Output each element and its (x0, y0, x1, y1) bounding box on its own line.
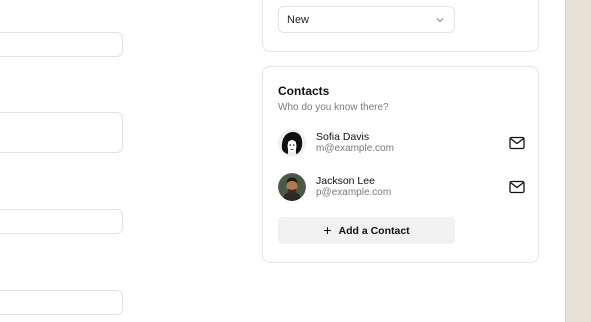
status-select[interactable]: New (278, 6, 455, 33)
mail-icon[interactable] (509, 180, 525, 194)
avatar (278, 173, 306, 201)
status-card: New (262, 0, 539, 52)
contact-email: p@example.com (316, 187, 392, 198)
contact-item: Jackson Lee p@example.com (278, 173, 525, 203)
avatar (278, 129, 306, 157)
chevron-down-icon (436, 17, 444, 22)
contacts-subtitle: Who do you know there? (278, 102, 389, 113)
contacts-title: Contacts (278, 84, 330, 98)
contact-email: m@example.com (316, 143, 394, 154)
contacts-card: Contacts Who do you know there? Sofia Da… (262, 66, 539, 263)
contact-item: Sofia Davis m@example.com (278, 129, 525, 159)
avatar-image-sofia (278, 129, 306, 157)
form-input-2[interactable] (0, 209, 123, 234)
avatar-image-jackson (278, 173, 306, 201)
form-input-3[interactable] (0, 290, 123, 315)
status-select-value: New (287, 13, 310, 26)
contact-name: Jackson Lee (316, 175, 375, 187)
form-input-1[interactable] (0, 32, 123, 57)
contact-name: Sofia Davis (316, 131, 370, 143)
add-contact-label: Add a Contact (338, 224, 410, 237)
side-panel-edge (565, 0, 591, 322)
plus-icon: + (323, 222, 332, 238)
mail-icon[interactable] (509, 136, 525, 150)
form-textarea[interactable] (0, 112, 123, 153)
add-contact-button[interactable]: + Add a Contact (278, 217, 455, 244)
